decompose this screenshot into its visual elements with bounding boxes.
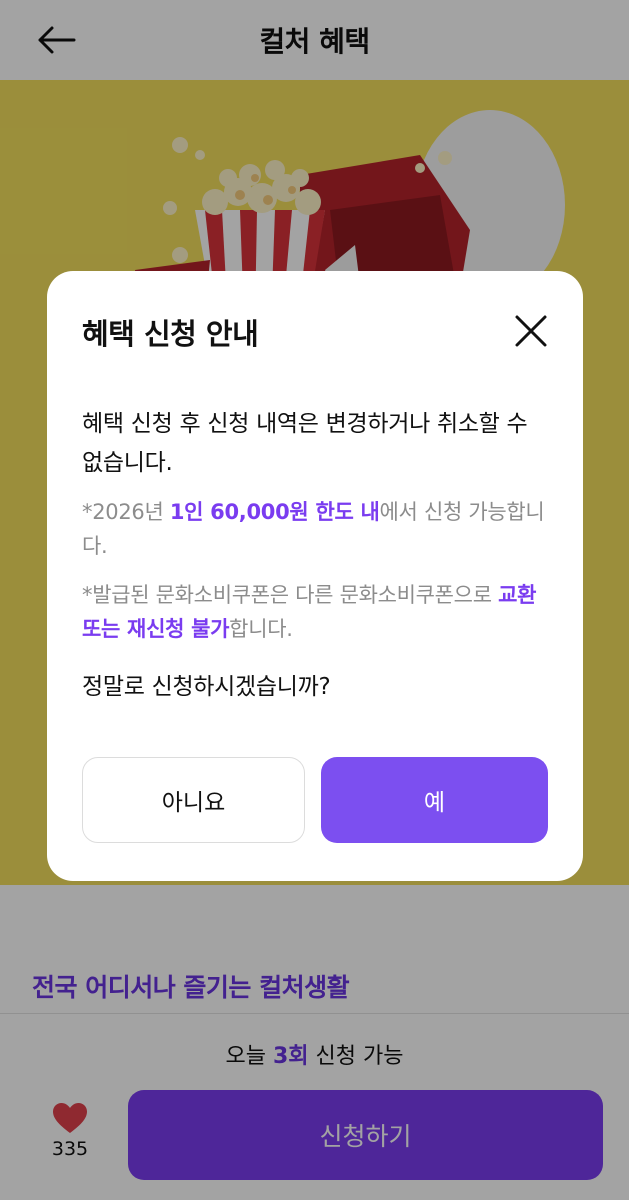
dialog-main-text: 혜택 신청 후 신청 내역은 변경하거나 취소할 수 없습니다.: [82, 411, 528, 476]
confirm-question: 정말로 신청하시겠습니까?: [82, 674, 331, 700]
limit-note-pre: *2026년: [82, 500, 170, 524]
limit-note: *2026년 1인 60,000원 한도 내에서 신청 가능합니다.: [82, 495, 552, 563]
close-icon: [515, 315, 547, 347]
coupon-note-pre: *발급된 문화소비쿠폰은 다른 문화소비쿠폰으로: [82, 583, 499, 607]
coupon-note-post: 합니다.: [229, 617, 293, 641]
close-button[interactable]: [511, 311, 551, 351]
dialog-title: 혜택 신청 안내: [82, 317, 259, 351]
yes-button[interactable]: 예: [321, 757, 548, 843]
limit-note-highlight: 1인 60,000원 한도 내: [169, 500, 380, 524]
no-button[interactable]: 아니요: [82, 757, 305, 843]
coupon-note: *발급된 문화소비쿠폰은 다른 문화소비쿠폰으로 교환 또는 재신청 불가합니다…: [82, 578, 552, 646]
benefit-apply-dialog: 혜택 신청 안내 혜택 신청 후 신청 내역은 변경하거나 취소할 수 없습니다…: [47, 271, 583, 881]
